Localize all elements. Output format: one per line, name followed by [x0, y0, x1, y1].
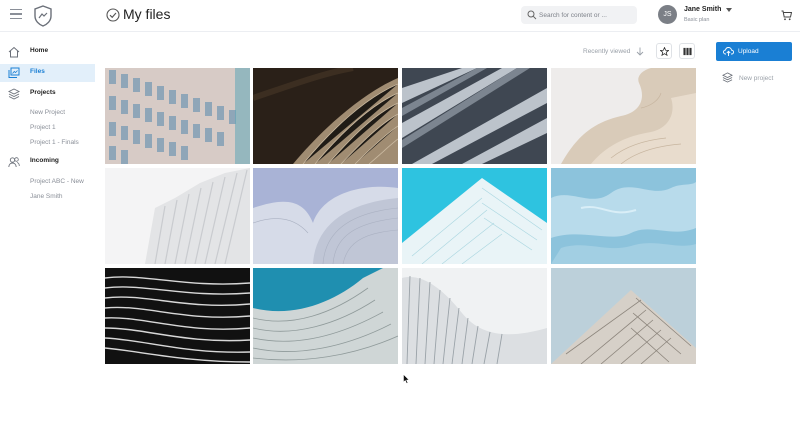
users-icon — [8, 157, 20, 168]
search-input[interactable] — [539, 8, 633, 22]
sidebar-subitem-incoming[interactable]: Jane Smith — [30, 193, 63, 200]
photo-thumbnail — [253, 168, 398, 264]
sidebar-item-label: Projects — [30, 89, 56, 96]
favorites-button[interactable] — [656, 43, 672, 59]
home-icon — [8, 46, 20, 58]
top-bar: My files JS Jane Smith Basic plan — [0, 0, 800, 32]
image-tile-facade-windows[interactable] — [105, 68, 250, 164]
image-tile-curved-silver[interactable] — [253, 168, 398, 264]
sidebar-item-incoming[interactable]: Incoming — [0, 153, 95, 171]
layers-icon — [722, 72, 733, 83]
arrow-down-icon[interactable] — [636, 47, 644, 56]
photo-thumbnail — [402, 268, 547, 364]
sidebar: Home Files Projects New Project Project … — [0, 33, 96, 432]
photo-thumbnail — [105, 168, 250, 264]
logo-shield-icon[interactable] — [33, 5, 53, 27]
upload-label: Upload — [738, 48, 759, 55]
sidebar-subitem-project[interactable]: New Project — [30, 109, 65, 116]
check-circle-icon — [106, 8, 120, 22]
sidebar-subitem-incoming[interactable]: Project ABC - New — [30, 178, 84, 185]
page-title: My files — [123, 6, 171, 22]
photo-thumbnail — [253, 268, 398, 364]
image-tile-steel-beams[interactable] — [402, 68, 547, 164]
sidebar-subitem-project[interactable]: Project 1 — [30, 124, 56, 131]
new-project-label: New project — [739, 75, 774, 82]
mouse-cursor-icon — [403, 374, 410, 384]
image-tile-wood-slats[interactable] — [253, 68, 398, 164]
sidebar-item-home[interactable]: Home — [0, 43, 95, 61]
search-box[interactable] — [521, 6, 637, 24]
star-icon — [660, 47, 669, 56]
cart-icon[interactable] — [781, 10, 792, 21]
sidebar-item-label: Home — [30, 47, 49, 54]
photo-thumbnail — [105, 68, 250, 164]
sort-dropdown[interactable]: Recently viewed — [583, 48, 630, 55]
grid-view-button[interactable] — [679, 43, 695, 59]
photo-thumbnail — [551, 268, 696, 364]
sidebar-item-files[interactable]: Files — [0, 64, 95, 82]
cloud-upload-icon — [723, 47, 734, 56]
layers-icon — [8, 88, 20, 100]
image-tile-white-ribs[interactable] — [402, 268, 547, 364]
photo-thumbnail — [105, 268, 250, 364]
photo-thumbnail — [402, 68, 547, 164]
user-plan: Basic plan — [684, 17, 710, 23]
image-tile-pyramid-balconies[interactable] — [551, 268, 696, 364]
image-tile-blue-ice[interactable] — [551, 168, 696, 264]
image-tile-teal-curve[interactable] — [253, 268, 398, 364]
sidebar-subitem-project[interactable]: Project 1 - Finals — [30, 139, 79, 146]
image-tile-white-fins[interactable] — [105, 168, 250, 264]
image-tile-black-waves[interactable] — [105, 268, 250, 364]
search-icon — [527, 10, 537, 20]
user-name[interactable]: Jane Smith — [684, 6, 721, 13]
sidebar-item-label: Incoming — [30, 157, 59, 164]
image-tile-white-curves[interactable] — [551, 68, 696, 164]
photo-thumbnail — [551, 168, 696, 264]
sidebar-item-projects[interactable]: Projects — [0, 85, 95, 103]
photo-thumbnail — [253, 68, 398, 164]
avatar[interactable]: JS — [658, 5, 677, 24]
photo-thumbnail — [402, 168, 547, 264]
upload-button[interactable]: Upload — [716, 42, 792, 61]
new-project-button[interactable]: New project — [722, 72, 792, 86]
columns-icon — [683, 47, 692, 56]
sidebar-item-label: Files — [30, 68, 45, 75]
image-tile-cyan-tower[interactable] — [402, 168, 547, 264]
caret-down-icon[interactable] — [726, 8, 732, 13]
hamburger-menu-icon[interactable] — [10, 9, 22, 21]
files-icon — [8, 67, 20, 78]
photo-thumbnail — [551, 68, 696, 164]
